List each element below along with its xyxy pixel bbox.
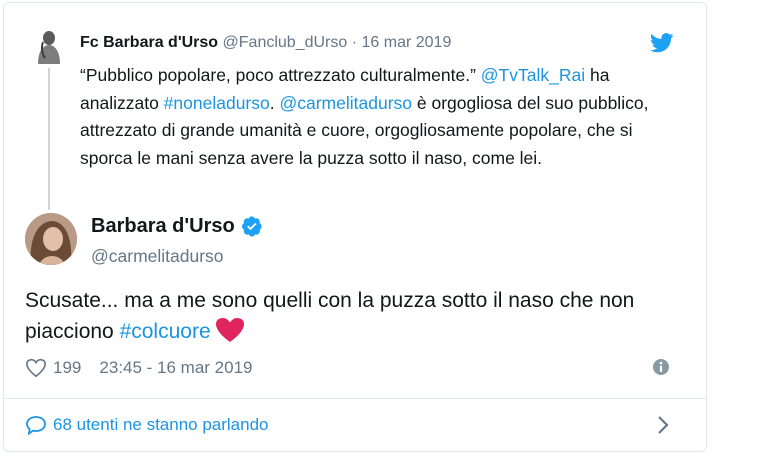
main-display-name-row: Barbara d'Urso (91, 213, 263, 239)
parent-tweet-text: “Pubblico popolare, poco attrezzato cult… (80, 62, 680, 172)
main-avatar[interactable] (25, 213, 77, 265)
chevron-right-icon[interactable] (656, 414, 670, 436)
parent-handle[interactable]: @Fanclub_dUrso (223, 34, 348, 51)
speech-bubble-icon (26, 416, 46, 435)
hashtag-colcuore-link[interactable]: #colcuore (120, 320, 211, 343)
header-separator: · (351, 34, 358, 51)
red-heart-emoji-icon (215, 318, 244, 342)
parent-text-segment: . (269, 92, 280, 113)
twitter-bird-icon[interactable] (650, 33, 674, 53)
parent-tweet-header: Fc Barbara d'Urso @Fanclub_dUrso · 16 ma… (80, 33, 451, 53)
tweet-meta-row: 199 23:45 - 16 mar 2019 (25, 356, 252, 380)
tweet-text-segment: Scusate... ma a me sono quelli con la pu… (25, 289, 635, 343)
main-handle[interactable]: @carmelitadurso (91, 244, 224, 268)
mention-tvtalk-rai-link[interactable]: @TvTalk_Rai (481, 65, 585, 85)
heart-outline-icon[interactable] (25, 358, 47, 378)
hashtag-noneladurso-link[interactable]: #noneladurso (164, 93, 270, 113)
parent-avatar[interactable] (34, 28, 64, 64)
parent-display-name[interactable]: Fc Barbara d'Urso (80, 34, 218, 51)
verified-badge-icon (241, 216, 262, 237)
thread-connector-line (48, 68, 50, 210)
footer-divider (3, 398, 707, 399)
main-display-name[interactable]: Barbara d'Urso (91, 213, 235, 239)
conversation-footer[interactable]: 68 utenti ne stanno parlando (25, 412, 269, 438)
parent-date[interactable]: 16 mar 2019 (362, 34, 452, 51)
like-count[interactable]: 199 (53, 358, 81, 378)
tweet-timestamp[interactable]: 23:45 - 16 mar 2019 (99, 358, 252, 378)
conversation-label[interactable]: 68 utenti ne stanno parlando (53, 415, 269, 435)
main-tweet-text: Scusate... ma a me sono quelli con la pu… (25, 285, 685, 347)
info-icon[interactable] (652, 358, 670, 376)
parent-text-segment: “Pubblico popolare, poco attrezzato cult… (80, 65, 481, 85)
mention-carmelitadurso-link[interactable]: @carmelitadurso (279, 93, 412, 113)
